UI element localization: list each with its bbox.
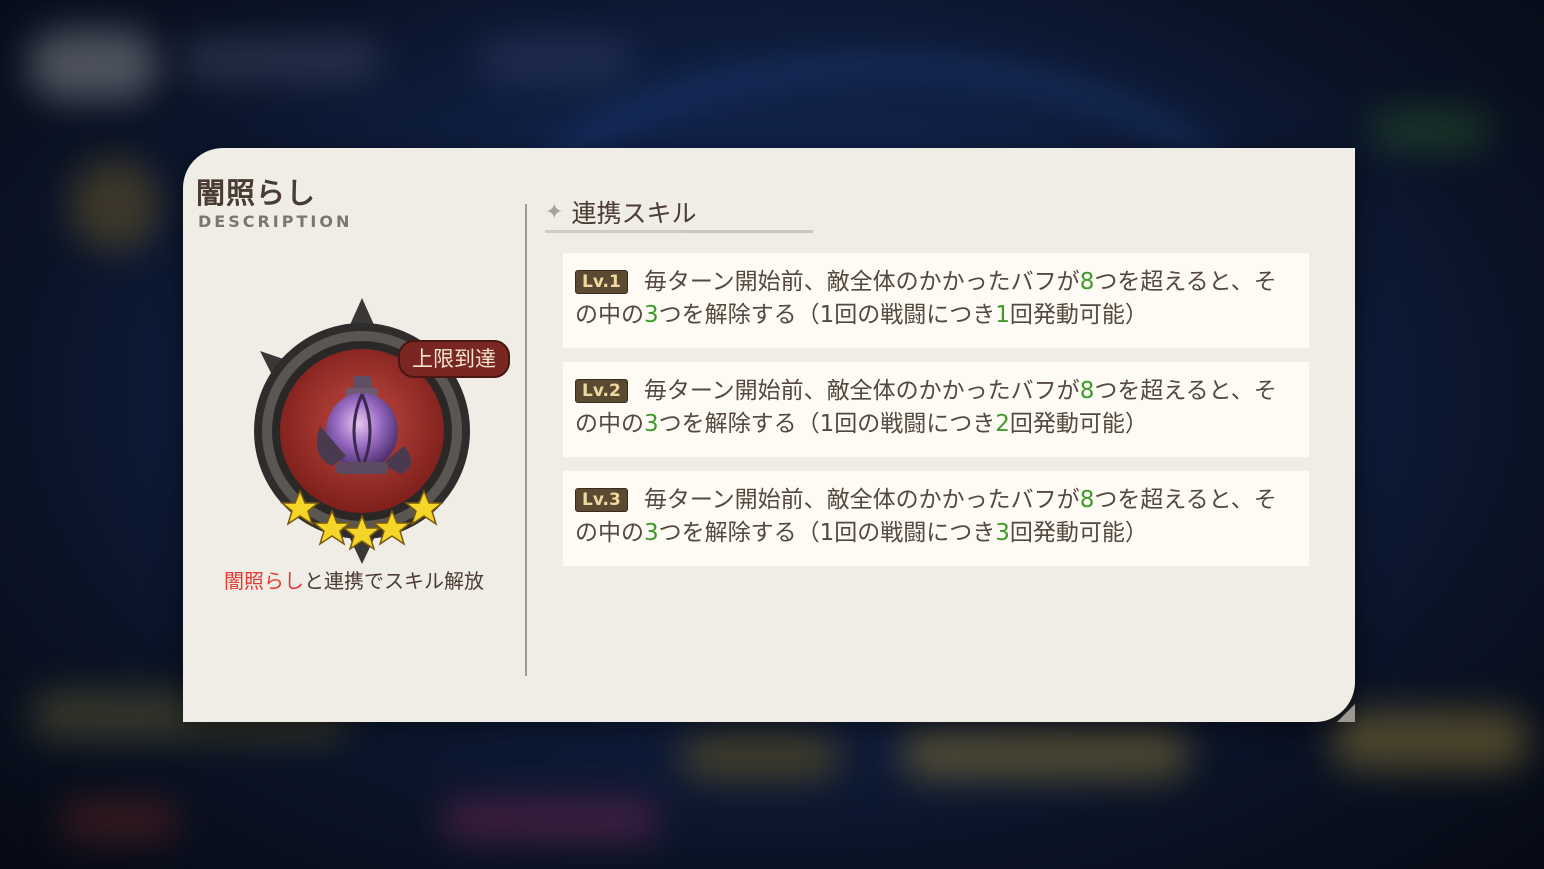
skill-level-1: Lv.1 毎ターン開始前、敵全体のかかったバフが8つを超えると、その中の3つを解除… (563, 253, 1309, 348)
unlock-condition: 闇照らしと連携でスキル解放 (201, 568, 507, 594)
skill-level-2: Lv.2 毎ターン開始前、敵全体のかかったバフが8つを超えると、その中の3つを解除… (563, 362, 1309, 457)
section-underline (545, 230, 813, 233)
max-level-badge: 上限到達 (398, 340, 510, 378)
skill-level-3: Lv.3 毎ターン開始前、敵全体のかかったバフが8つを超えると、その中の3つを解除… (563, 471, 1309, 566)
panel-divider (525, 204, 527, 676)
unlock-item-name: 闇照らし (224, 569, 304, 593)
sparkle-icon: ✦ (545, 199, 564, 225)
item-title: 闇照らし (196, 176, 317, 210)
lantern-orb-icon (254, 298, 470, 564)
level-tag: Lv.2 (575, 379, 628, 403)
skills-header: ✦ 連携スキル (545, 194, 696, 230)
corner-mark (1337, 704, 1355, 722)
item-medal (250, 296, 475, 566)
description-panel: 闇照らし DESCRIPTION 上限到達 闇照らしと連携でスキル解放 ✦ 連携… (183, 148, 1355, 722)
skills-header-title: 連携スキル (571, 199, 697, 228)
description-label: DESCRIPTION (198, 212, 353, 231)
unlock-condition-text: と連携でスキル解放 (304, 569, 484, 593)
skill-level-list: Lv.1 毎ターン開始前、敵全体のかかったバフが8つを超えると、その中の3つを解除… (563, 253, 1309, 580)
level-tag: Lv.1 (575, 270, 628, 294)
level-tag: Lv.3 (575, 488, 628, 512)
